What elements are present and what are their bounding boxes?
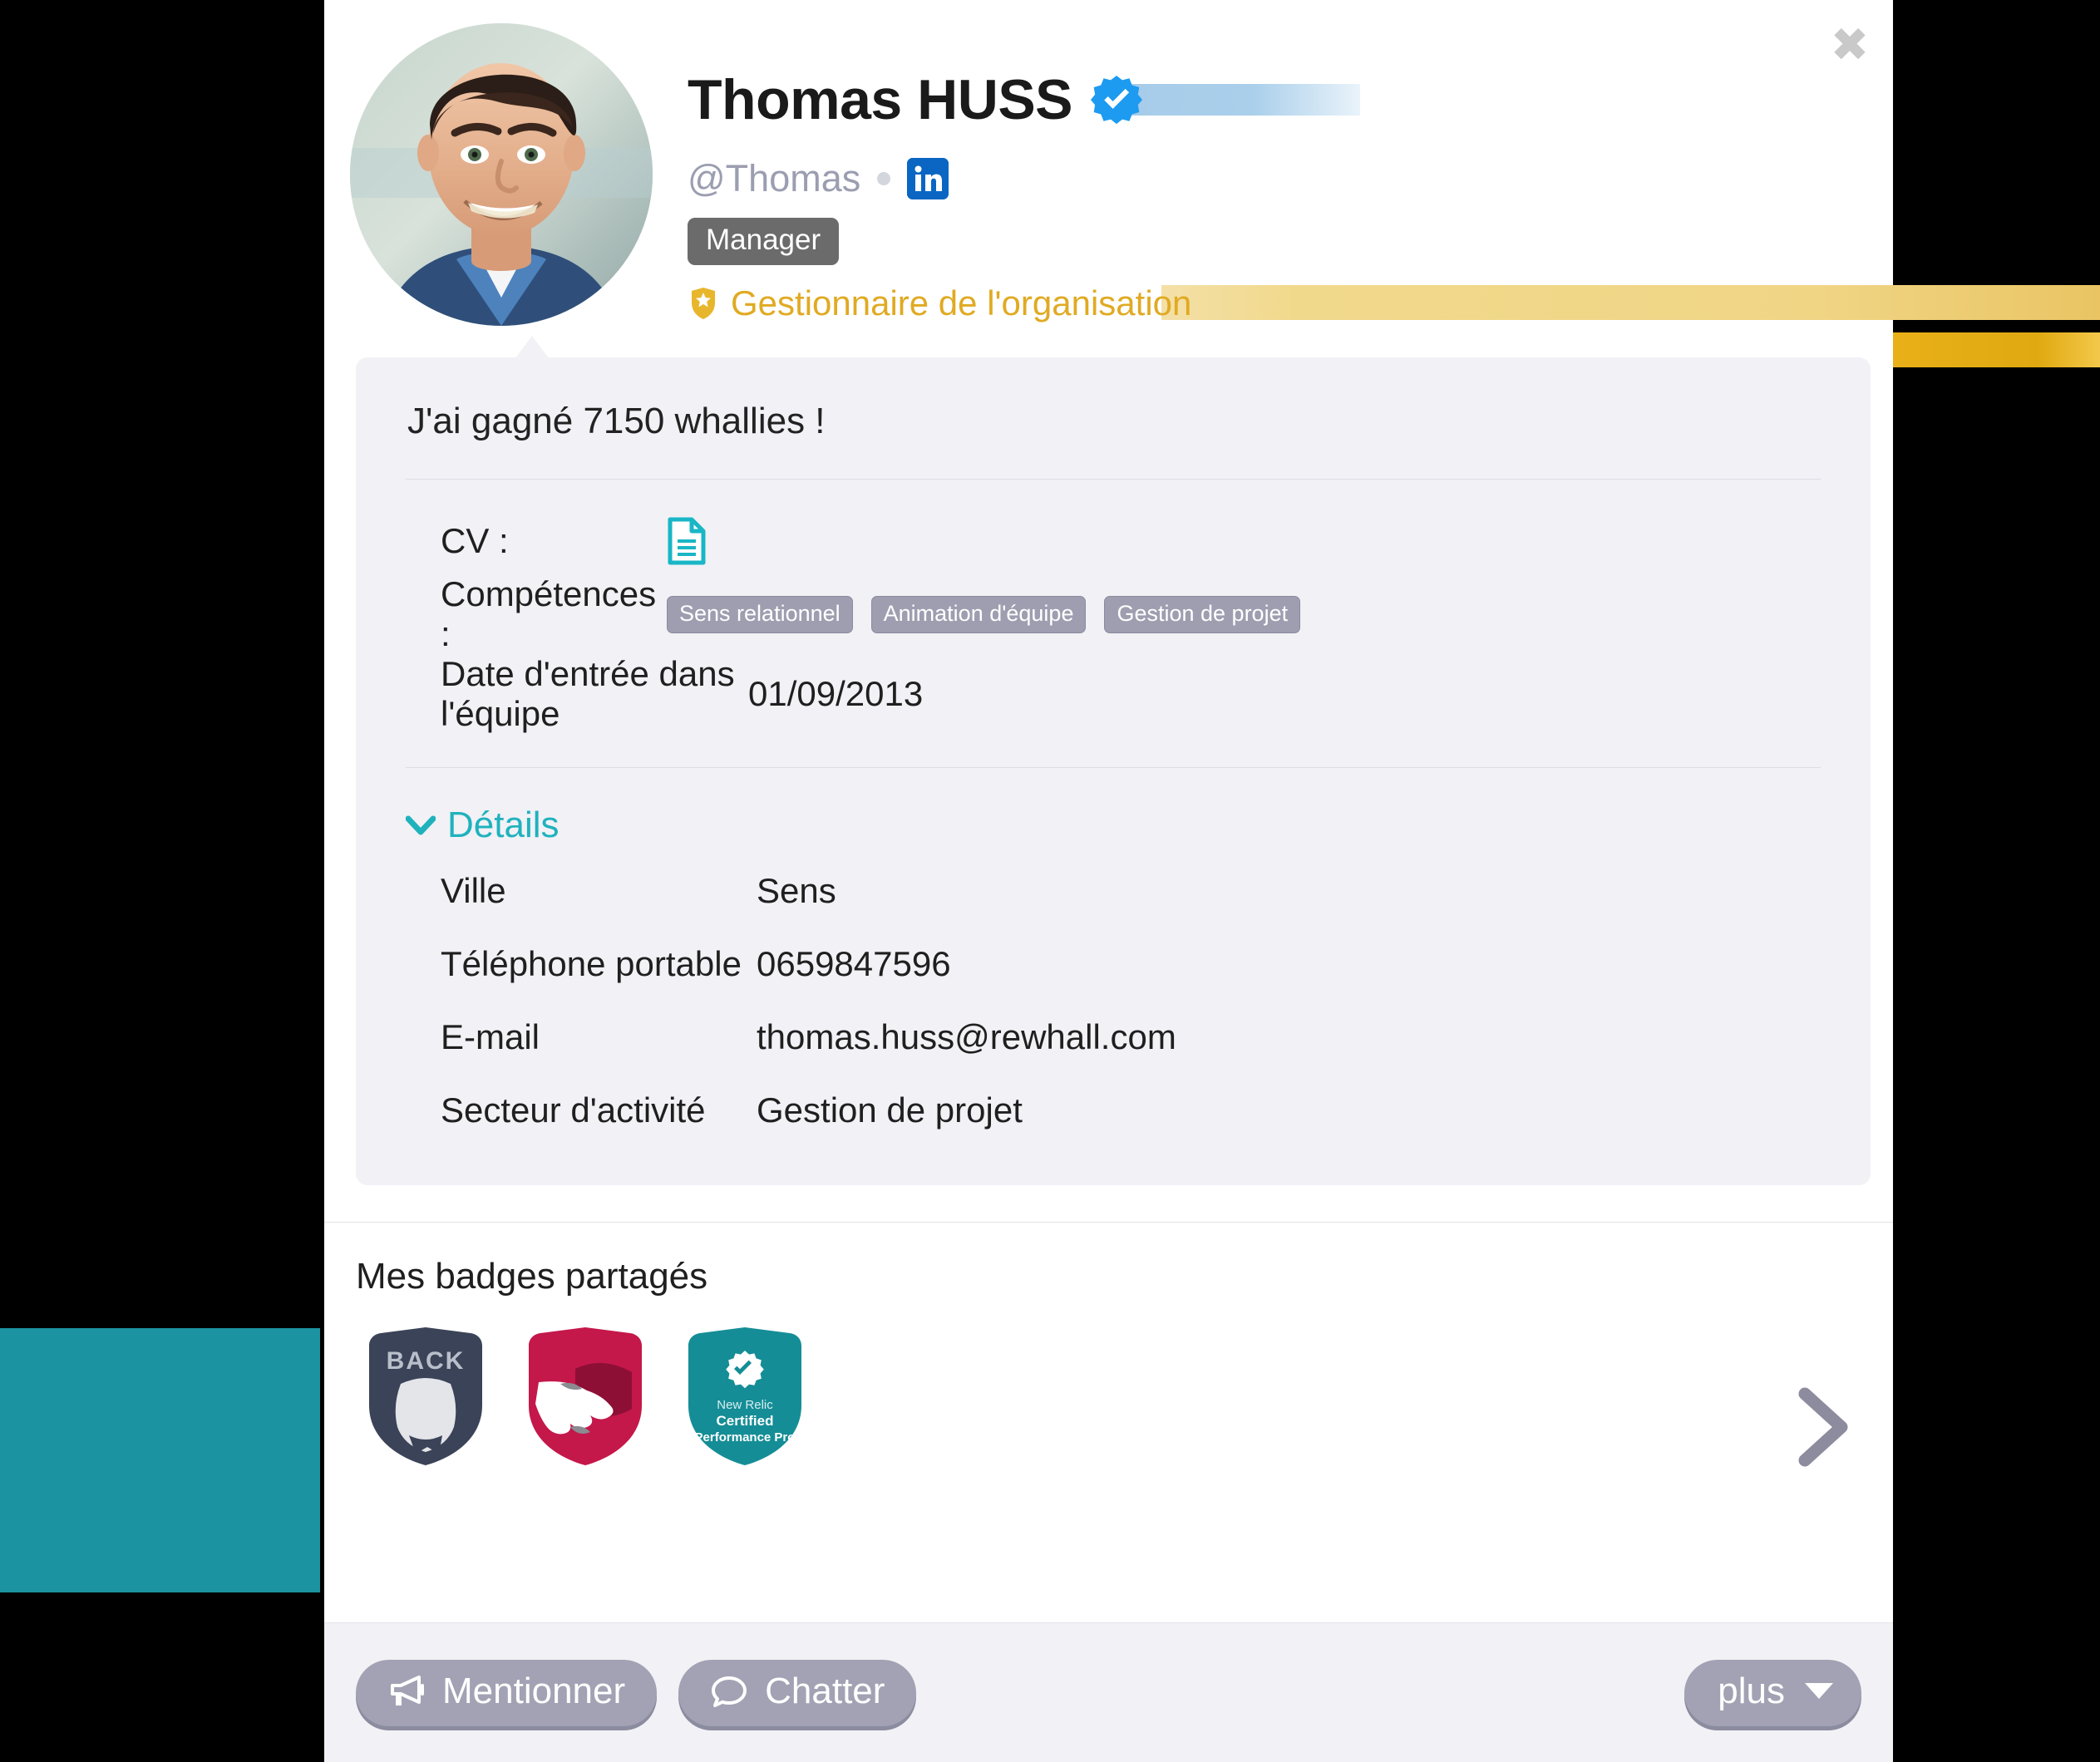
detail-row: Téléphone portable 0659847596 — [401, 928, 1826, 1001]
profile-info-card: J'ai gagné 7150 whallies ! CV : Compéten… — [356, 336, 1871, 1185]
skill-tag[interactable]: Gestion de projet — [1104, 595, 1301, 633]
svg-text:New Relic: New Relic — [717, 1398, 773, 1412]
back-badge[interactable]: BACK — [357, 1326, 494, 1467]
profile-header: Thomas HUSS @Thomas Manager Gestionnaire… — [324, 0, 2100, 357]
cv-row: CV : — [401, 508, 1826, 574]
background-yellow-redaction-strip — [1893, 332, 2100, 367]
detail-row: Secteur d'activité Gestion de projet — [401, 1074, 1826, 1147]
skill-tag[interactable]: Animation d'équipe — [870, 595, 1087, 633]
detail-value: thomas.huss@rewhall.com — [757, 1017, 1176, 1056]
caret-down-icon — [1805, 1683, 1833, 1699]
handshake-badge[interactable] — [517, 1326, 653, 1467]
svg-text:Certified: Certified — [717, 1413, 774, 1429]
verified-badge-icon — [1091, 74, 1143, 126]
cv-label: CV : — [441, 521, 509, 560]
skills-label: Compétences : — [441, 574, 657, 653]
page-title: Thomas HUSS — [688, 68, 1073, 131]
card-pointer — [515, 336, 549, 358]
document-icon[interactable] — [667, 517, 707, 565]
divider — [406, 767, 1821, 768]
separator-dot-icon — [877, 172, 891, 185]
name-redaction-bar — [1119, 84, 1361, 116]
speech-bubble-icon — [710, 1674, 748, 1709]
organization-redaction-bar — [1161, 285, 2100, 320]
detail-key: Téléphone portable — [441, 944, 742, 983]
skill-tag-list: Sens relationnel Animation d'équipe Gest… — [667, 595, 1301, 633]
chat-button[interactable]: Chatter — [678, 1659, 917, 1726]
badges-section-title: Mes badges partagés — [356, 1256, 708, 1297]
mention-button[interactable]: Mentionner — [356, 1659, 658, 1726]
detail-value: 0659847596 — [757, 944, 951, 983]
name-row: Thomas HUSS — [688, 65, 1893, 135]
badges-list: BACK New Relic Certified Performance Pro — [356, 1326, 1861, 1467]
divider — [406, 479, 1821, 480]
profile-modal: ✖ Thomas HUSS @Thomas Manager Gestionnai… — [324, 0, 2100, 1762]
new-relic-certified-performance-pro-badge[interactable]: New Relic Certified Performance Pro — [677, 1326, 813, 1467]
join-date-label: Date d'entrée dans l'équipe — [441, 654, 735, 733]
chat-button-label: Chatter — [765, 1670, 885, 1711]
status-badge: Manager — [688, 218, 840, 265]
details-toggle[interactable]: Détails — [401, 805, 560, 846]
detail-value: Gestion de projet — [757, 1090, 1023, 1130]
join-date-row: Date d'entrée dans l'équipe 01/09/2013 — [401, 654, 1826, 734]
shared-badges-section: Mes badges partagés BACK New Relic Certi… — [324, 1222, 1893, 1497]
modal-footer: Mentionner Chatter plus — [324, 1622, 1893, 1762]
skills-row: Compétences : Sens relationnel Animation… — [401, 574, 1826, 654]
detail-key: Ville — [441, 871, 506, 910]
linkedin-icon[interactable] — [907, 158, 949, 199]
detail-key: E-mail — [441, 1017, 540, 1056]
organization-role-label: Gestionnaire de l'organisation — [731, 283, 1192, 322]
detail-value: Sens — [757, 871, 836, 910]
profile-handle: @Thomas — [688, 157, 861, 199]
details-label: Détails — [447, 805, 560, 845]
svg-text:Performance Pro: Performance Pro — [695, 1430, 796, 1445]
more-button[interactable]: plus — [1684, 1659, 1861, 1726]
detail-key: Secteur d'activité — [441, 1090, 706, 1130]
join-date-value: 01/09/2013 — [748, 674, 924, 713]
chevron-down-icon — [405, 815, 436, 836]
chevron-right-icon[interactable] — [1795, 1387, 1853, 1467]
shield-star-icon — [688, 287, 719, 320]
handle-row: @Thomas — [688, 155, 1893, 203]
organization-role-row: Gestionnaire de l'organisation — [688, 282, 2100, 325]
svg-text:BACK: BACK — [387, 1347, 466, 1375]
megaphone-icon — [387, 1674, 426, 1709]
detail-row: E-mail thomas.huss@rewhall.com — [401, 1001, 1826, 1074]
mention-button-label: Mentionner — [442, 1670, 626, 1711]
more-button-label: plus — [1718, 1670, 1785, 1711]
background-teal-block — [0, 1328, 320, 1592]
detail-row: Ville Sens — [401, 854, 1826, 928]
status-message: J'ai gagné 7150 whallies ! — [407, 401, 826, 441]
avatar — [350, 23, 653, 326]
skill-tag[interactable]: Sens relationnel — [667, 595, 853, 633]
profile-identity: Thomas HUSS @Thomas Manager Gestionnaire… — [688, 65, 2100, 325]
